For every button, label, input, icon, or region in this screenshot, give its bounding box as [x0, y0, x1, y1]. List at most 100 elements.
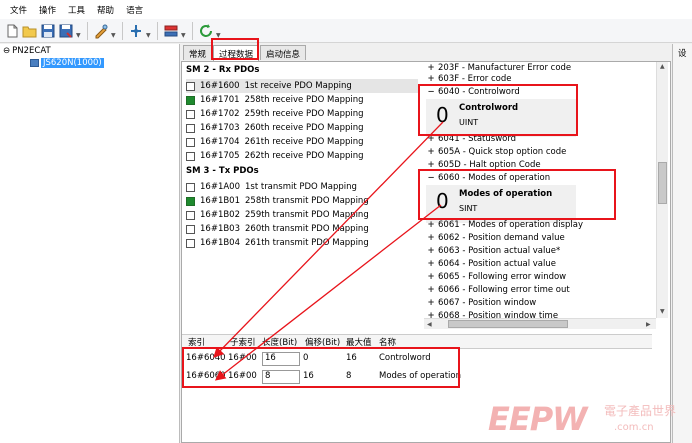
menu-help[interactable]: 帮助: [91, 2, 120, 18]
pdo-name: 259th transmit PDO Mapping: [245, 210, 369, 220]
collapse-icon[interactable]: ⊖: [3, 46, 10, 56]
od-item[interactable]: +6065 - Following error window: [424, 270, 656, 283]
menu-file[interactable]: 文件: [4, 2, 33, 18]
column-header-name[interactable]: 名称: [379, 336, 396, 348]
menu-tools[interactable]: 工具: [62, 2, 91, 18]
expand-icon[interactable]: +: [424, 298, 438, 308]
column-header-max[interactable]: 最大值: [346, 336, 372, 348]
pdo-checkbox[interactable]: [186, 196, 195, 206]
tx-pdo-row[interactable]: 16#1B03 260th transmit PDO Mapping: [186, 222, 418, 236]
pdo-checkbox[interactable]: [186, 182, 195, 192]
expand-icon[interactable]: +: [424, 74, 438, 84]
tab-process-data[interactable]: 过程数据: [213, 45, 260, 61]
expand-icon[interactable]: +: [424, 246, 438, 256]
od-vertical-scrollbar[interactable]: ▲ ▼: [656, 62, 668, 318]
menu-language[interactable]: 语言: [120, 2, 149, 18]
pdo-name: 261th transmit PDO Mapping: [245, 238, 369, 248]
toolbar: ▼ ▼ ▼ ▼ ▼: [0, 19, 692, 43]
scroll-down-icon[interactable]: ▼: [660, 308, 665, 315]
expand-icon[interactable]: +: [424, 233, 438, 243]
pdo-checkbox[interactable]: [186, 137, 195, 147]
rx-pdo-row[interactable]: 16#1600 1st receive PDO Mapping: [186, 79, 418, 93]
dropdown-arrow-icon[interactable]: ▼: [111, 23, 117, 39]
config-icon[interactable]: [93, 23, 109, 39]
tree-item-device[interactable]: JS620N(1000): [30, 58, 104, 68]
table-row[interactable]: 16#6060 16#00 8 16 8 Modes of operation: [182, 369, 652, 385]
tx-pdo-row[interactable]: 16#1B02 259th transmit PDO Mapping: [186, 208, 418, 222]
rx-pdo-heading: SM 2 - Rx PDOs: [186, 65, 260, 75]
collapse-icon[interactable]: −: [424, 173, 438, 183]
dropdown-arrow-icon[interactable]: ▼: [181, 23, 187, 39]
pdo-list: SM 2 - Rx PDOs 16#1600 1st receive PDO M…: [182, 62, 420, 332]
tab-general[interactable]: 常规: [183, 45, 213, 60]
scroll-thumb[interactable]: [448, 320, 568, 328]
od-item[interactable]: +605A - Quick stop option code: [424, 145, 656, 158]
od-item[interactable]: +603F - Error code: [424, 72, 656, 85]
od-item[interactable]: +605D - Halt option Code: [424, 158, 656, 171]
expand-icon[interactable]: +: [424, 160, 438, 170]
network-icon[interactable]: [128, 23, 144, 39]
pdo-checkbox[interactable]: [186, 210, 195, 220]
pdo-checkbox[interactable]: [186, 109, 195, 119]
scroll-thumb[interactable]: [658, 162, 667, 204]
pdo-checkbox[interactable]: [186, 81, 195, 91]
scroll-left-icon[interactable]: ◀: [427, 321, 432, 328]
pdo-checkbox[interactable]: [186, 224, 195, 234]
column-header-index[interactable]: 索引: [188, 336, 205, 348]
save-as-icon[interactable]: [58, 23, 74, 39]
cell-length-input[interactable]: 16: [262, 352, 300, 366]
dropdown-arrow-icon[interactable]: ▼: [216, 23, 222, 39]
new-file-icon[interactable]: [4, 23, 20, 39]
refresh-icon[interactable]: [198, 23, 214, 39]
scroll-right-icon[interactable]: ▶: [646, 321, 651, 328]
pdo-checkbox[interactable]: [186, 238, 195, 248]
od-item[interactable]: +6064 - Position actual value: [424, 257, 656, 270]
od-entry-type: UINT: [459, 118, 479, 127]
cell-length-input[interactable]: 8: [262, 370, 300, 384]
pdo-id: 16#1A00: [200, 182, 240, 192]
pdo-checkbox[interactable]: [186, 123, 195, 133]
column-header-length[interactable]: 长度(Bit): [262, 336, 297, 348]
table-row[interactable]: 16#6040 16#00 16 0 16 Controlword: [182, 351, 652, 367]
device-icon[interactable]: [163, 23, 179, 39]
expand-icon[interactable]: +: [424, 220, 438, 230]
rx-pdo-row[interactable]: 16#1701 258th receive PDO Mapping: [186, 93, 418, 107]
od-item[interactable]: +6063 - Position actual value*: [424, 244, 656, 257]
expand-icon[interactable]: +: [424, 259, 438, 269]
expand-icon[interactable]: +: [424, 272, 438, 282]
od-item[interactable]: −6060 - Modes of operation: [424, 171, 656, 184]
dropdown-arrow-icon[interactable]: ▼: [76, 23, 82, 39]
expand-icon[interactable]: +: [424, 285, 438, 295]
column-header-offset[interactable]: 偏移(Bit): [305, 336, 340, 348]
od-item[interactable]: −6040 - Controlword: [424, 85, 656, 98]
save-icon[interactable]: [40, 23, 56, 39]
od-item-label: 203F - Manufacturer Error code: [438, 62, 572, 73]
rx-pdo-row[interactable]: 16#1705 262th receive PDO Mapping: [186, 149, 418, 163]
rx-pdo-row[interactable]: 16#1704 261th receive PDO Mapping: [186, 135, 418, 149]
expand-icon[interactable]: +: [424, 134, 438, 144]
od-item[interactable]: +6041 - Statusword: [424, 132, 656, 145]
open-folder-icon[interactable]: [22, 23, 38, 39]
od-item[interactable]: +6062 - Position demand value: [424, 231, 656, 244]
object-dictionary-list: +203F - Manufacturer Error code +603F - …: [424, 62, 656, 320]
dropdown-arrow-icon[interactable]: ▼: [146, 23, 152, 39]
tx-pdo-row[interactable]: 16#1B01 258th transmit PDO Mapping: [186, 194, 418, 208]
od-item[interactable]: +6067 - Position window: [424, 296, 656, 309]
menu-operation[interactable]: 操作: [33, 2, 62, 18]
tree-root-pn2ecat[interactable]: ⊖ PN2ECAT: [3, 46, 51, 56]
tab-startup-info[interactable]: 启动信息: [260, 45, 307, 60]
pdo-checkbox[interactable]: [186, 151, 195, 161]
rx-pdo-row[interactable]: 16#1702 259th receive PDO Mapping: [186, 107, 418, 121]
expand-icon[interactable]: +: [424, 147, 438, 157]
od-item[interactable]: +6061 - Modes of operation display: [424, 218, 656, 231]
scroll-up-icon[interactable]: ▲: [660, 63, 665, 70]
expand-icon[interactable]: +: [424, 63, 438, 73]
rx-pdo-row[interactable]: 16#1703 260th receive PDO Mapping: [186, 121, 418, 135]
collapse-icon[interactable]: −: [424, 87, 438, 97]
tx-pdo-row[interactable]: 16#1B04 261th transmit PDO Mapping: [186, 236, 418, 250]
pdo-checkbox[interactable]: [186, 95, 195, 105]
column-header-subindex[interactable]: 子索引: [230, 336, 256, 348]
od-horizontal-scrollbar[interactable]: ◀ ▶: [424, 318, 656, 329]
tx-pdo-row[interactable]: 16#1A00 1st transmit PDO Mapping: [186, 180, 418, 194]
od-item[interactable]: +6066 - Following error time out: [424, 283, 656, 296]
